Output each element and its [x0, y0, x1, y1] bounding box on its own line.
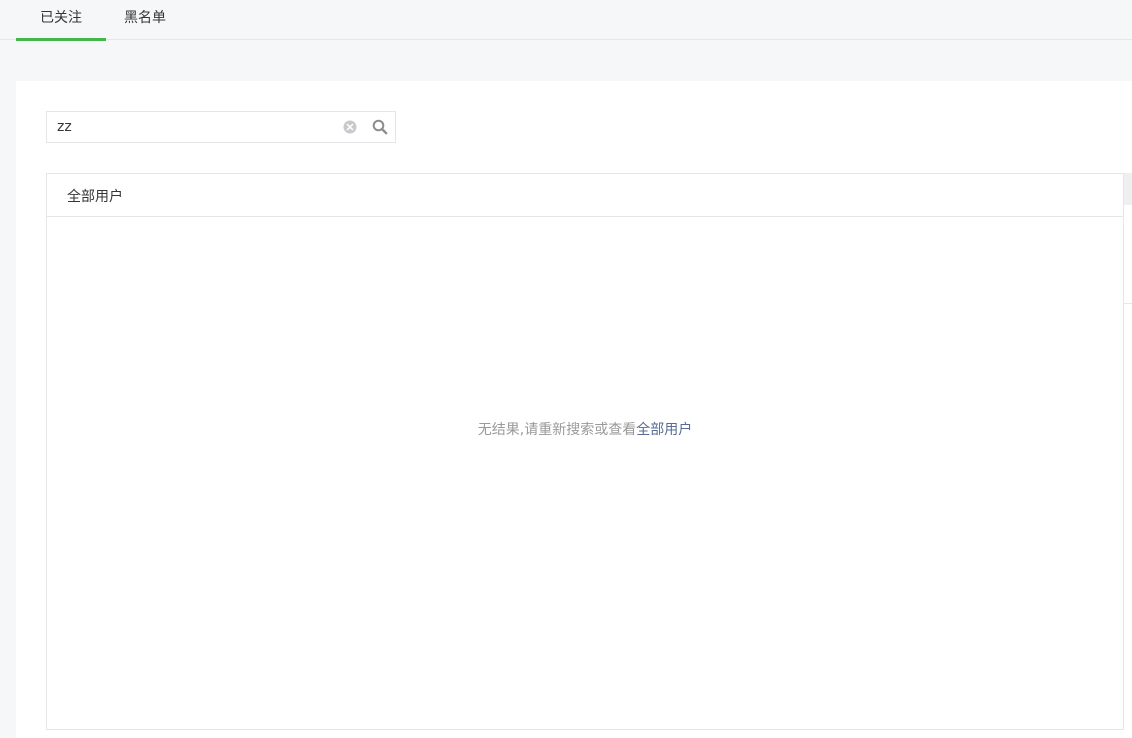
all-users-link[interactable]: 全部用户 — [636, 422, 692, 438]
search-box — [46, 111, 396, 143]
tab-blacklist-label: 黑名单 — [124, 10, 166, 26]
all-users-label[interactable]: 全部用户 — [67, 186, 123, 206]
tab-following[interactable]: 已关注 — [16, 0, 106, 41]
divider — [1124, 303, 1132, 304]
tab-bar: 已关注 黑名单 — [0, 0, 1132, 41]
empty-state-text: 无结果,请重新搜索或查看 — [477, 422, 637, 438]
main-panel: 全部用户 无结果,请重新搜索或查看全部用户 — [16, 81, 1132, 738]
user-list: 全部用户 无结果,请重新搜索或查看全部用户 — [46, 173, 1124, 730]
side-panel-header — [1124, 173, 1132, 205]
tab-blacklist[interactable]: 黑名单 — [106, 0, 184, 40]
list-header: 全部用户 — [47, 174, 1123, 217]
empty-state-message: 无结果,请重新搜索或查看全部用户 — [47, 419, 1123, 439]
clear-icon[interactable] — [343, 120, 357, 134]
side-panel-edge — [1124, 173, 1132, 738]
search-icon[interactable] — [372, 119, 388, 135]
tab-following-label: 已关注 — [40, 10, 82, 26]
search-input[interactable] — [47, 112, 342, 142]
active-tab-indicator — [16, 38, 106, 41]
